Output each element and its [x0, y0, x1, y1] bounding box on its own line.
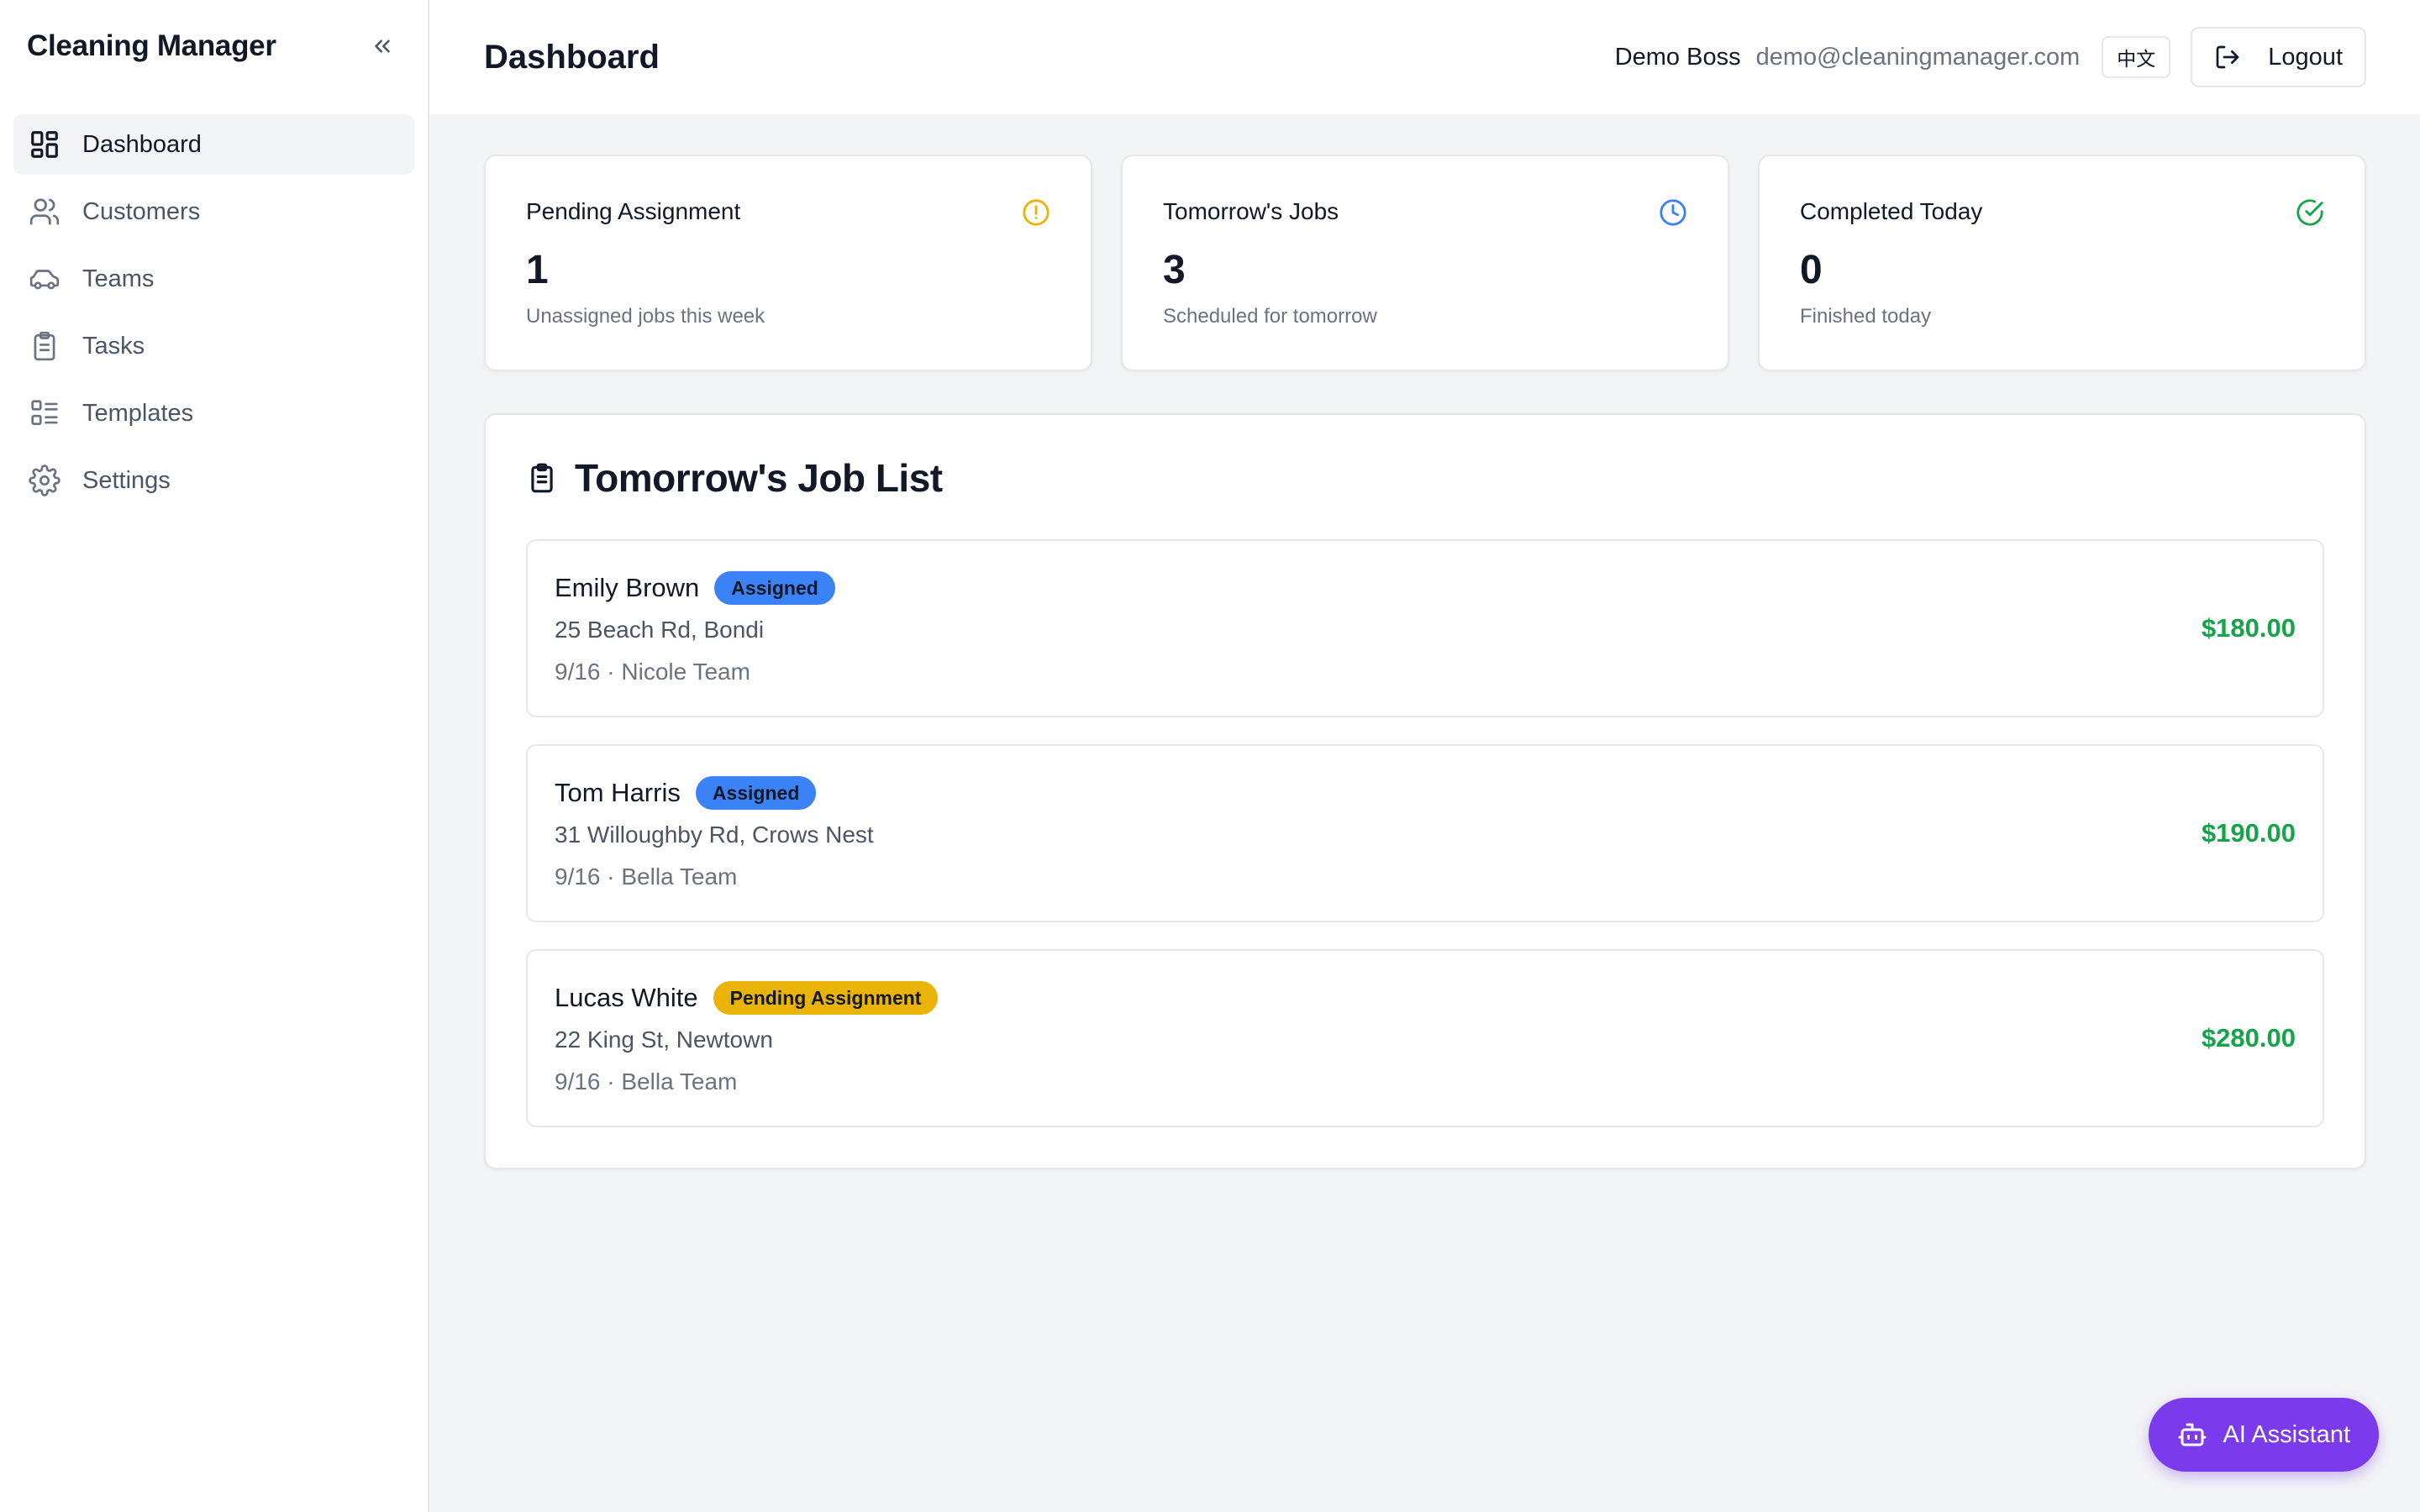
status-badge: Assigned — [714, 571, 835, 605]
sidebar-item-dashboard[interactable]: Dashboard — [13, 114, 414, 175]
stat-value: 0 — [1800, 248, 1823, 292]
job-meta: 9/16 · Bella Team — [555, 864, 738, 890]
sidebar-item-label: Dashboard — [82, 130, 202, 158]
gear-icon — [29, 465, 60, 496]
job-customer-name: Tom Harris — [555, 778, 681, 807]
stat-card-tomorrow: Tomorrow's Jobs 3 Scheduled for tomorrow — [1121, 155, 1729, 371]
job-header: Tom Harris Assigned — [555, 776, 874, 810]
app-brand: Cleaning Manager — [27, 29, 276, 62]
check-circle-icon — [2296, 199, 2323, 226]
ai-assistant-button[interactable]: AI Assistant — [2149, 1398, 2379, 1472]
job-item[interactable]: Emily Brown Assigned 25 Beach Rd, Bondi … — [526, 539, 2324, 717]
chevrons-left-icon — [375, 39, 390, 53]
job-header: Emily Brown Assigned — [555, 571, 835, 605]
stat-title: Pending Assignment — [526, 198, 741, 224]
list-icon — [29, 397, 60, 429]
stat-value: 1 — [526, 248, 549, 292]
job-details: Emily Brown Assigned 25 Beach Rd, Bondi … — [555, 571, 835, 685]
main-area: Dashboard Demo Boss demo@cleaningmanager… — [429, 0, 2420, 1512]
job-customer-name: Lucas White — [555, 983, 698, 1012]
stat-subtitle: Unassigned jobs this week — [526, 305, 765, 328]
user-area: Demo Boss demo@cleaningmanager.com 中文 Lo… — [1615, 27, 2366, 87]
stats-row: Pending Assignment 1 Unassigned jobs thi… — [484, 155, 2366, 371]
status-badge: Pending Assignment — [713, 981, 939, 1015]
stat-subtitle: Scheduled for tomorrow — [1163, 305, 1377, 328]
sidebar-header: Cleaning Manager — [0, 0, 428, 92]
logout-icon — [2216, 45, 2239, 69]
collapse-sidebar-button[interactable] — [366, 29, 399, 63]
clipboard-icon — [29, 330, 60, 362]
sidebar-item-templates[interactable]: Templates — [13, 383, 414, 444]
bot-icon — [2178, 1423, 2207, 1446]
language-toggle-button[interactable]: 中文 — [2102, 36, 2171, 78]
job-address: 22 King St, Newtown — [555, 1026, 773, 1053]
sidebar-item-label: Templates — [82, 399, 194, 427]
stat-card-completed: Completed Today 0 Finished today — [1758, 155, 2366, 371]
users-icon — [29, 196, 60, 228]
sidebar-item-label: Teams — [82, 265, 155, 292]
stat-title: Completed Today — [1800, 198, 1983, 224]
job-meta: 9/16 · Bella Team — [555, 1068, 738, 1095]
job-address: 31 Willoughby Rd, Crows Nest — [555, 822, 874, 848]
job-details: Lucas White Pending Assignment 22 King S… — [555, 981, 939, 1095]
clock-icon — [1660, 199, 1686, 226]
job-list-title: Tomorrow's Job List — [575, 456, 943, 500]
job-list-header: Tomorrow's Job List — [526, 455, 2324, 501]
job-price: $280.00 — [2201, 1023, 2296, 1053]
sidebar-item-label: Customers — [82, 197, 201, 225]
car-icon — [29, 263, 60, 295]
job-details: Tom Harris Assigned 31 Willoughby Rd, Cr… — [555, 776, 874, 890]
dashboard-content: Pending Assignment 1 Unassigned jobs thi… — [429, 114, 2420, 1169]
job-item[interactable]: Tom Harris Assigned 31 Willoughby Rd, Cr… — [526, 744, 2324, 922]
topbar: Dashboard Demo Boss demo@cleaningmanager… — [429, 0, 2420, 114]
job-address: 25 Beach Rd, Bondi — [555, 617, 765, 643]
sidebar-item-tasks[interactable]: Tasks — [13, 316, 414, 376]
status-badge: Assigned — [695, 776, 817, 810]
job-meta: 9/16 · Nicole Team — [555, 659, 750, 685]
app-root: Cleaning Manager Dashboard Customers Tea… — [0, 0, 2420, 1512]
user-name: Demo Boss — [1614, 43, 1741, 71]
sidebar: Cleaning Manager Dashboard Customers Tea… — [0, 0, 429, 1512]
sidebar-item-customers[interactable]: Customers — [13, 181, 414, 242]
job-customer-name: Emily Brown — [555, 573, 700, 602]
job-price: $190.00 — [2201, 818, 2296, 848]
page-title: Dashboard — [484, 38, 660, 76]
job-header: Lucas White Pending Assignment — [555, 981, 939, 1015]
job-list-card: Tomorrow's Job List Emily Brown Assigned… — [484, 413, 2366, 1169]
sidebar-item-label: Tasks — [82, 332, 145, 360]
job-price: $180.00 — [2201, 613, 2296, 643]
sidebar-item-teams[interactable]: Teams — [13, 249, 414, 309]
stat-subtitle: Finished today — [1800, 305, 1932, 328]
alert-circle-icon — [1023, 199, 1050, 226]
stat-value: 3 — [1163, 248, 1186, 292]
logout-button[interactable]: Logout — [2191, 27, 2366, 87]
sidebar-item-label: Settings — [82, 466, 171, 494]
logout-label: Logout — [2268, 43, 2343, 71]
stat-card-pending: Pending Assignment 1 Unassigned jobs thi… — [484, 155, 1092, 371]
user-email: demo@cleaningmanager.com — [1755, 43, 2081, 71]
dashboard-icon — [29, 129, 60, 160]
job-item[interactable]: Lucas White Pending Assignment 22 King S… — [526, 949, 2324, 1127]
clipboard-icon — [531, 463, 553, 493]
sidebar-item-settings[interactable]: Settings — [13, 450, 414, 511]
ai-assistant-label: AI Assistant — [2223, 1420, 2350, 1448]
sidebar-nav: Dashboard Customers Teams Tasks Template… — [0, 92, 428, 511]
stat-title: Tomorrow's Jobs — [1163, 198, 1339, 224]
